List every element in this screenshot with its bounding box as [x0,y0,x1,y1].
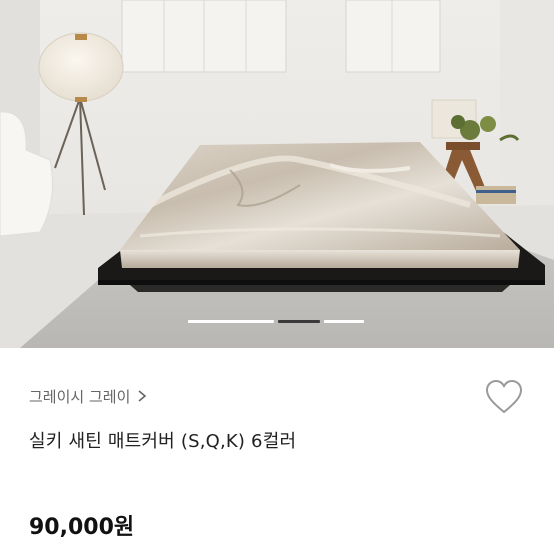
bedroom-photo-image [0,0,554,348]
chevron-right-icon [138,390,147,402]
slide-dot-2[interactable] [278,320,320,323]
seller-name: 그레이시 그레이 [29,387,131,406]
product-price: 90,000원 [29,515,135,540]
slide-dot-3[interactable] [324,320,364,323]
image-slide-indicator[interactable] [188,320,364,323]
product-title: 실키 새틴 매트커버 (S,Q,K) 6컬러 [29,431,297,452]
seller-link[interactable]: 그레이시 그레이 [29,384,148,408]
product-photo[interactable] [0,0,554,348]
slide-dot-1[interactable] [188,320,274,323]
heart-outline-icon[interactable] [484,378,524,416]
